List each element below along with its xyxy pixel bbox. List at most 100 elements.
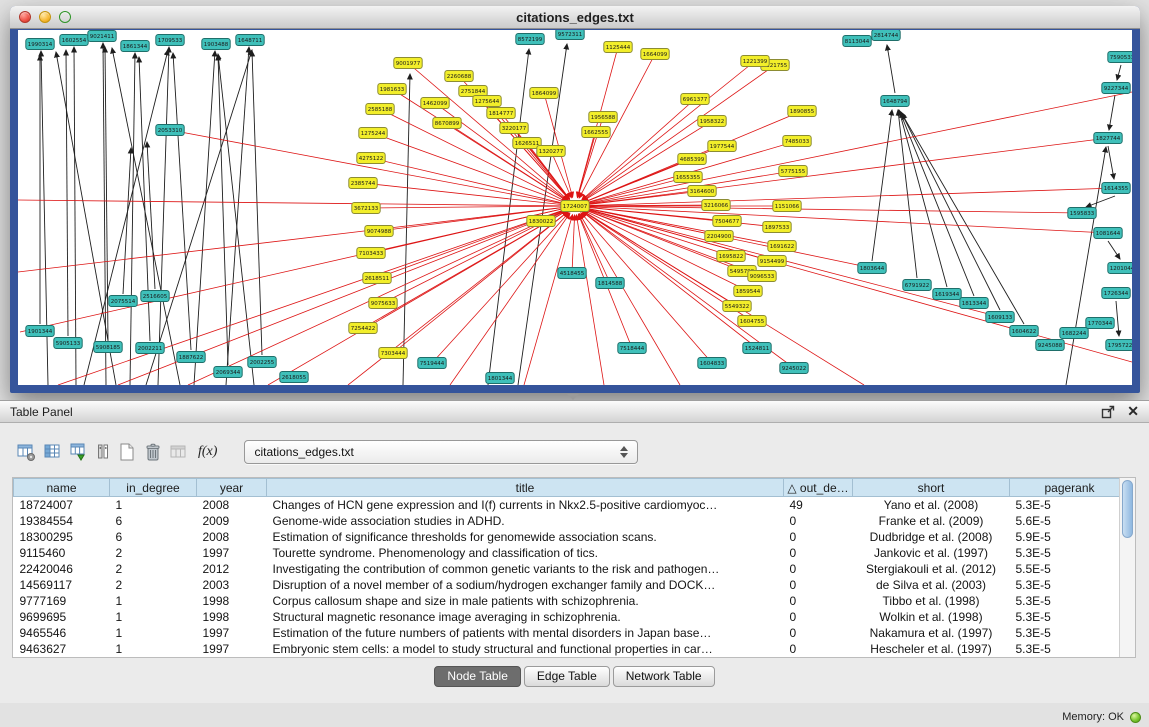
graph-node[interactable]: 1462099 (421, 98, 449, 109)
table-row[interactable]: 911546021997Tourette syndrome. Phenomeno… (14, 545, 1130, 561)
delete-table-icon[interactable] (143, 438, 163, 466)
graph-node[interactable]: 2204900 (705, 231, 733, 242)
column-header-name[interactable]: name (14, 479, 110, 497)
graph-node[interactable]: 1655355 (674, 172, 702, 183)
graph-node[interactable]: 1221399 (741, 56, 769, 67)
merge-table-icon[interactable] (169, 438, 189, 466)
graph-node[interactable]: 9154499 (758, 256, 786, 267)
graph-node[interactable]: 7254422 (349, 323, 377, 334)
minimize-window-button[interactable] (39, 11, 51, 23)
import-table-icon[interactable] (69, 438, 89, 466)
graph-node[interactable]: 9001977 (394, 58, 422, 69)
graph-node[interactable]: 9074988 (365, 226, 393, 237)
table-vertical-scrollbar[interactable] (1119, 478, 1135, 657)
graph-node[interactable]: 1814777 (487, 108, 515, 119)
graph-node[interactable]: 3164600 (688, 186, 716, 197)
graph-node[interactable]: 9096533 (748, 271, 776, 282)
graph-node[interactable]: 2002211 (136, 343, 164, 354)
graph-node[interactable]: 1609133 (986, 312, 1014, 323)
graph-node[interactable]: 9021411 (88, 31, 116, 42)
table-selector-combo[interactable]: citations_edges.txt (244, 440, 638, 464)
graph-node[interactable]: 1320277 (537, 146, 565, 157)
graph-node[interactable]: 2618511 (363, 273, 391, 284)
graph-node[interactable]: 9227344 (1102, 83, 1130, 94)
graph-node[interactable]: 1709533 (156, 35, 184, 46)
graph-node[interactable]: 5908185 (94, 342, 122, 353)
column-chooser-icon[interactable] (95, 438, 111, 466)
graph-hub-node[interactable]: 1724007 (561, 201, 589, 212)
graph-node[interactable]: 2069344 (214, 367, 242, 378)
graph-node[interactable]: 9245022 (780, 363, 808, 374)
show-columns-icon[interactable] (43, 438, 63, 466)
graph-node[interactable]: 1990314 (26, 39, 54, 50)
graph-node[interactable]: 3220177 (500, 123, 528, 134)
graph-node[interactable]: 4518455 (558, 268, 586, 279)
column-header-in_degree[interactable]: in_degree (110, 479, 197, 497)
new-table-icon[interactable] (117, 438, 137, 466)
graph-node[interactable]: 1897533 (763, 222, 791, 233)
graph-node[interactable]: 5549322 (723, 301, 751, 312)
zoom-window-button[interactable] (59, 11, 71, 23)
graph-node[interactable]: 7303444 (379, 348, 407, 359)
table-mode-icon[interactable] (16, 438, 37, 466)
graph-node[interactable]: 1859544 (734, 286, 762, 297)
graph-node[interactable]: 1081644 (1094, 228, 1122, 239)
graph-node[interactable]: 7103433 (357, 248, 385, 259)
graph-node[interactable]: 1614355 (1102, 183, 1130, 194)
tab-network-table[interactable]: Network Table (613, 666, 715, 687)
graph-node[interactable]: 8572199 (516, 34, 544, 45)
graph-node[interactable]: 1890855 (788, 106, 816, 117)
graph-node[interactable]: 1604622 (1010, 326, 1038, 337)
graph-node[interactable]: 1813344 (960, 298, 988, 309)
graph-node[interactable]: 2814744 (872, 30, 900, 41)
table-row[interactable]: 2242004622012Investigating the contribut… (14, 561, 1130, 577)
table-row[interactable]: 977716911998Corpus callosum shape and si… (14, 593, 1130, 609)
column-header-out_degree[interactable]: △ out_de… (784, 479, 853, 497)
graph-node[interactable]: 1958322 (698, 116, 726, 127)
graph-node[interactable]: 2385744 (349, 178, 377, 189)
graph-node[interactable]: 7590533 (1108, 52, 1132, 63)
graph-node[interactable]: 2260688 (445, 71, 473, 82)
column-header-year[interactable]: year (197, 479, 267, 497)
graph-node[interactable]: 4685399 (678, 154, 706, 165)
graph-node[interactable]: 2751844 (459, 86, 487, 97)
graph-node[interactable]: 1861344 (121, 41, 149, 52)
graph-node[interactable]: 2002255 (248, 357, 276, 368)
graph-node[interactable]: 3216066 (702, 200, 730, 211)
graph-node[interactable]: 6961377 (681, 94, 709, 105)
graph-node[interactable]: 2516605 (141, 291, 169, 302)
graph-node[interactable]: 1125444 (604, 42, 632, 53)
table-row[interactable]: 1872400712008Changes of HCN gene express… (14, 497, 1130, 514)
graph-node[interactable]: 9572311 (556, 30, 584, 40)
graph-node[interactable]: 1275644 (473, 96, 501, 107)
graph-node[interactable]: 1682244 (1060, 328, 1088, 339)
close-panel-icon[interactable]: ✕ (1127, 403, 1139, 420)
graph-node[interactable]: 3672133 (352, 203, 380, 214)
column-header-title[interactable]: title (267, 479, 784, 497)
graph-node[interactable]: 7485033 (783, 136, 811, 147)
graph-node[interactable]: 9075633 (369, 298, 397, 309)
column-header-short[interactable]: short (853, 479, 1010, 497)
table-row[interactable]: 946362711997Embryonic stem cells: a mode… (14, 641, 1130, 657)
graph-node[interactable]: 1619344 (933, 289, 961, 300)
graph-node[interactable]: 1524811 (743, 343, 771, 354)
graph-node[interactable]: 1602554 (60, 35, 88, 46)
graph-node[interactable]: 2075514 (109, 296, 137, 307)
float-panel-icon[interactable] (1101, 405, 1115, 419)
function-builder-icon[interactable]: f(x) (195, 438, 220, 466)
close-window-button[interactable] (19, 11, 31, 23)
graph-node[interactable]: 1814588 (596, 278, 624, 289)
graph-node[interactable]: 1275244 (359, 128, 387, 139)
graph-node[interactable]: 2053310 (156, 125, 184, 136)
table-row[interactable]: 1938455462009Genome-wide association stu… (14, 513, 1130, 529)
graph-node[interactable]: 2618055 (280, 372, 308, 383)
graph-node[interactable]: 1726344 (1102, 288, 1130, 299)
graph-node[interactable]: 7519444 (418, 358, 446, 369)
tab-node-table[interactable]: Node Table (434, 666, 521, 687)
graph-node[interactable]: 6791922 (903, 280, 931, 291)
graph-node[interactable]: 5775155 (779, 166, 807, 177)
graph-node[interactable]: 1803644 (858, 263, 886, 274)
graph-node[interactable]: 9245088 (1036, 340, 1064, 351)
graph-node[interactable]: 1648794 (881, 96, 909, 107)
graph-node[interactable]: 1887622 (177, 352, 205, 363)
